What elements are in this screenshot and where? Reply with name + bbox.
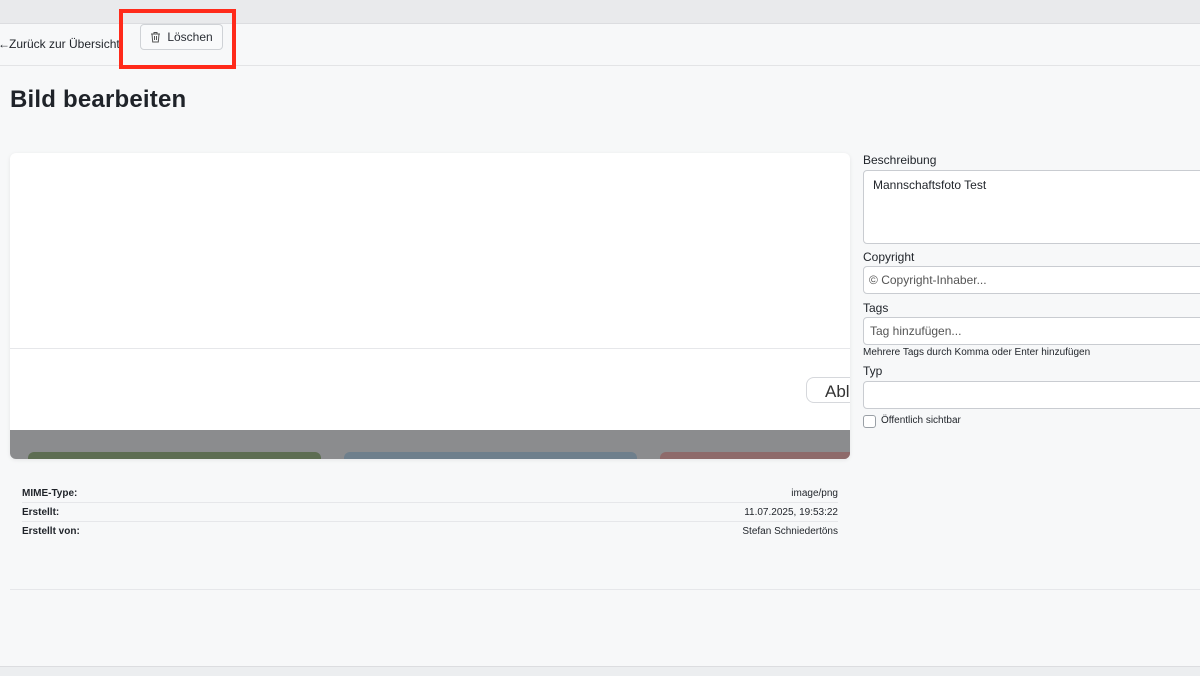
type-input[interactable]	[863, 381, 1200, 409]
tags-label: Tags	[863, 301, 889, 315]
copyright-label: Copyright	[863, 250, 915, 264]
description-textarea[interactable]: Mannschaftsfoto Test	[863, 170, 1200, 244]
thumbnail[interactable]	[660, 452, 850, 459]
image-preview: Abl	[10, 153, 850, 459]
metadata-label: MIME-Type:	[22, 487, 78, 499]
metadata-row: Erstellt von: Stefan Schniedertöns	[22, 522, 838, 540]
back-to-overview-link[interactable]: ← Zurück zur Übersicht	[0, 37, 120, 51]
type-label: Typ	[863, 364, 883, 378]
delete-button[interactable]: Löschen	[140, 24, 223, 50]
public-checkbox[interactable]	[863, 415, 876, 428]
copyright-placeholder: Copyright-Inhaber...	[881, 273, 987, 287]
tags-input[interactable]: Tag hinzufügen...	[863, 317, 1200, 345]
browser-top-strip	[0, 0, 1200, 24]
public-label: Öffentlich sichtbar	[881, 415, 961, 426]
preview-dialog-button[interactable]: Abl	[806, 377, 850, 403]
arrow-left-icon: ←	[0, 37, 10, 51]
description-label: Beschreibung	[863, 153, 937, 167]
metadata-value: 11.07.2025, 19:53:22	[744, 506, 838, 518]
description-value: Mannschaftsfoto Test	[873, 178, 987, 192]
page-title: Bild bearbeiten	[10, 86, 187, 113]
tags-placeholder: Tag hinzufügen...	[870, 324, 962, 338]
copyright-input[interactable]: © Copyright-Inhaber...	[863, 266, 1200, 294]
thumbnail[interactable]	[344, 452, 637, 459]
copyright-icon: ©	[869, 273, 878, 287]
metadata-value: Stefan Schniedertöns	[742, 525, 838, 537]
thumbnail[interactable]	[28, 452, 321, 459]
metadata-table: MIME-Type: image/png Erstellt: 11.07.202…	[22, 484, 838, 540]
metadata-label: Erstellt von:	[22, 525, 80, 537]
metadata-row: Erstellt: 11.07.2025, 19:53:22	[22, 503, 838, 522]
tags-hint: Mehrere Tags durch Komma oder Enter hinz…	[863, 347, 1091, 358]
trash-icon	[151, 32, 161, 43]
section-divider	[10, 589, 1200, 590]
preview-divider	[10, 348, 850, 349]
delete-button-label: Löschen	[167, 30, 213, 44]
thumbnail-strip	[10, 430, 850, 459]
metadata-row: MIME-Type: image/png	[22, 484, 838, 503]
metadata-value: image/png	[791, 487, 838, 499]
back-link-label: Zurück zur Übersicht	[9, 37, 120, 51]
metadata-label: Erstellt:	[22, 506, 60, 518]
